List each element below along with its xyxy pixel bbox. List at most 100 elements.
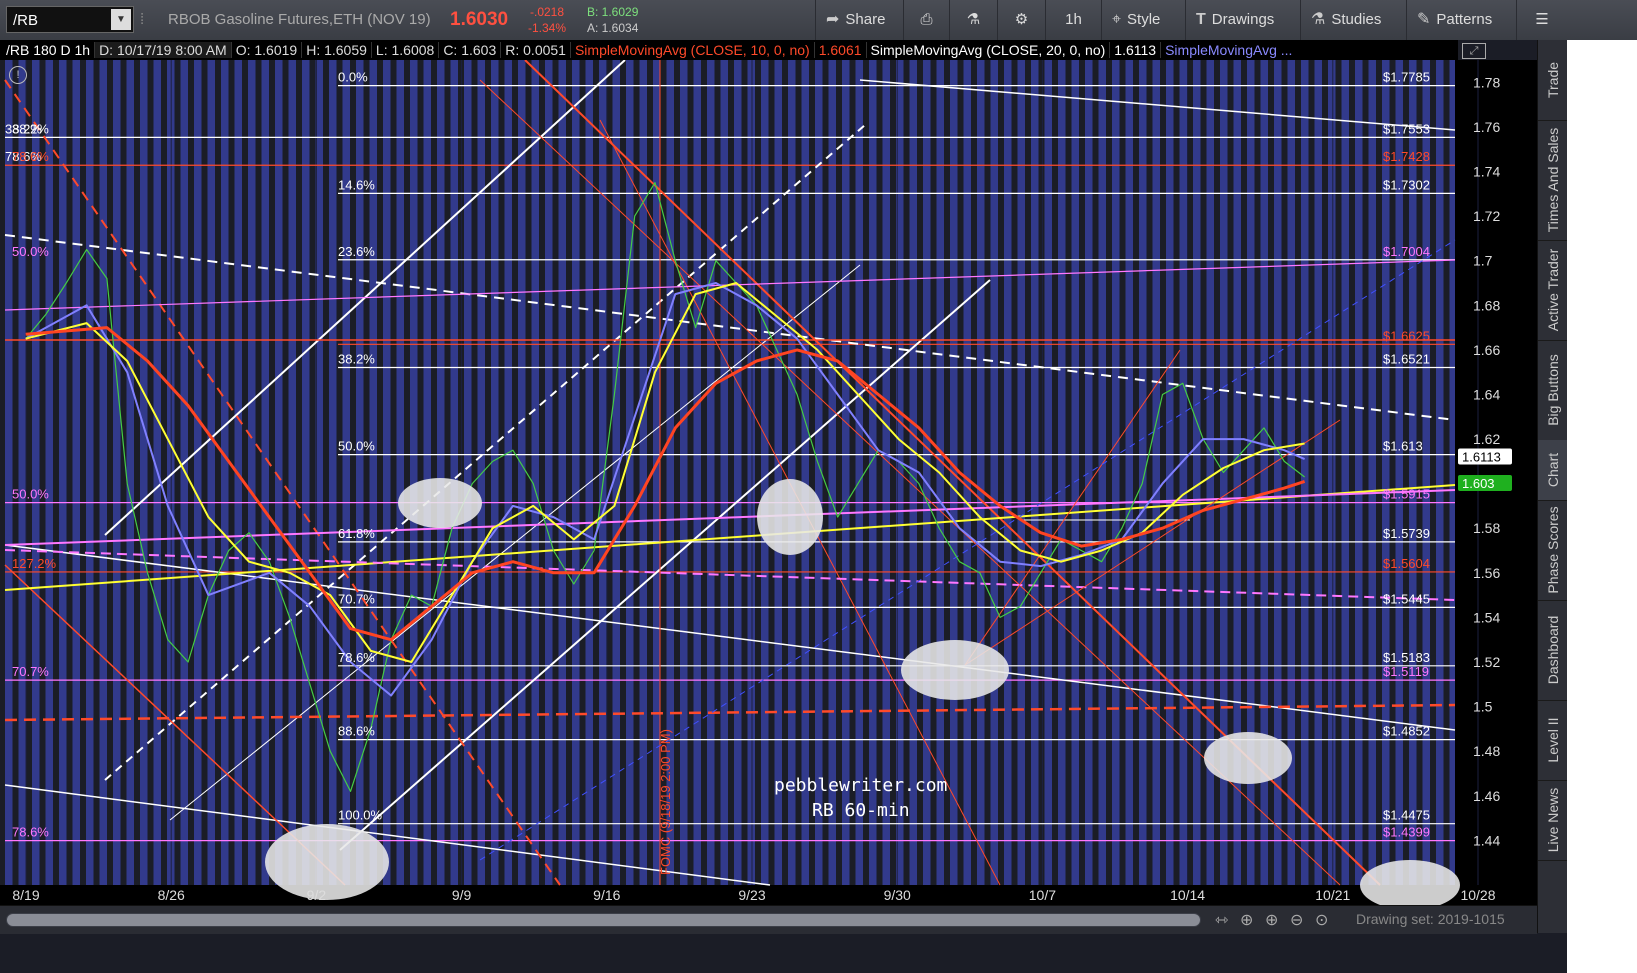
studies-label: Studies <box>1331 11 1382 28</box>
session-stripe <box>1112 60 1120 885</box>
fib-pct-label: 23.6% <box>338 244 375 259</box>
sma10-label[interactable]: SimpleMovingAvg (CLOSE, 10, 0, no) <box>569 42 814 58</box>
session-stripe <box>531 60 539 885</box>
symbol-selector[interactable]: ▼ <box>6 6 134 33</box>
fib-pct-label: 88.6% <box>338 724 375 739</box>
fib-price-label: $1.5604 <box>1383 556 1430 571</box>
session-stripe <box>194 60 202 885</box>
screenshot-button[interactable]: ⎙ <box>903 0 949 40</box>
tab-live-news[interactable]: Live News <box>1538 780 1568 861</box>
highlight-ellipse <box>265 824 389 900</box>
info-icon[interactable]: ! <box>9 66 27 84</box>
chart-area[interactable]: 0.0% $1.7785 38.2% $1.7553 78.6% $1.7428 14.6%… <box>0 40 1537 973</box>
studies-button[interactable]: ⚗ Studies <box>1300 0 1406 40</box>
x-tick-label: 10/21 <box>1315 887 1350 903</box>
drawing-set-label[interactable]: Drawing set: 2019-1015 <box>1356 911 1505 927</box>
y-tick-label: 1.56 <box>1473 565 1500 581</box>
session-stripe <box>1341 60 1349 885</box>
tab-phase-scores[interactable]: Phase Scores <box>1538 500 1568 601</box>
time-axis-panel <box>0 885 1455 905</box>
header-low: L: 1.6008 <box>370 42 439 58</box>
scroll-thumb[interactable] <box>7 914 1200 926</box>
zoom-reset-icon[interactable]: ⊙ <box>1315 910 1328 930</box>
text-tool-icon: T <box>1196 11 1206 28</box>
highlight-ellipse <box>1204 732 1292 784</box>
price-chart[interactable]: 0.0% $1.7785 38.2% $1.7553 78.6% $1.7428 14.6%… <box>0 40 1537 905</box>
session-stripe <box>302 60 310 885</box>
session-stripe <box>1125 60 1133 885</box>
session-stripe <box>720 60 728 885</box>
outer-margin <box>1567 40 1637 973</box>
chart-title: /RB 180 D 1h <box>6 42 91 58</box>
session-stripe <box>18 60 26 885</box>
left-level-label: 78.6% <box>12 825 49 840</box>
session-stripe <box>396 60 404 885</box>
tab-label: Times And Sales <box>1545 127 1561 233</box>
tab-level-ii[interactable]: Level II <box>1538 700 1568 781</box>
fib-pct-label: 61.8% <box>338 526 375 541</box>
settings-button[interactable]: ⚙ <box>997 0 1045 40</box>
sma20-label[interactable]: SimpleMovingAvg (CLOSE, 20, 0, no) <box>865 42 1110 58</box>
menu-button[interactable]: ☰ <box>1516 0 1567 40</box>
link-icon[interactable]: ⁞ <box>140 11 144 28</box>
session-stripe <box>1017 60 1025 885</box>
fib-price-label: $1.613 <box>1383 439 1423 454</box>
flask-button[interactable]: ⚗ <box>949 0 997 40</box>
session-stripe <box>1193 60 1201 885</box>
tab-label: Dashboard <box>1545 615 1561 685</box>
session-stripe <box>788 60 796 885</box>
sma10-value: 1.6061 <box>813 42 866 58</box>
pan-icon[interactable]: ⇿ <box>1215 910 1228 930</box>
horizontal-scrollbar[interactable] <box>6 913 1201 927</box>
session-stripe <box>882 60 890 885</box>
crosshair-icon[interactable]: ⊕ <box>1240 910 1253 930</box>
session-stripe <box>923 60 931 885</box>
y-tick-label: 1.74 <box>1473 163 1500 179</box>
fib-pct-label: 50.0% <box>338 439 375 454</box>
session-stripe <box>734 60 742 885</box>
fib-pct-label: 0.0% <box>338 70 368 85</box>
fib-price-label: $1.4399 <box>1383 825 1430 840</box>
session-stripe <box>477 60 485 885</box>
session-stripe <box>963 60 971 885</box>
tab-times-and-sales[interactable]: Times And Sales <box>1538 120 1568 241</box>
session-stripe <box>774 60 782 885</box>
fib-price-label: $1.6625 <box>1383 328 1430 343</box>
zoom-out-icon[interactable]: ⊖ <box>1290 910 1303 930</box>
session-stripe <box>1355 60 1363 885</box>
session-stripe <box>1085 60 1093 885</box>
tab-trade[interactable]: Trade <box>1538 40 1568 121</box>
sma-more-label[interactable]: SimpleMovingAvg ... <box>1160 42 1297 58</box>
fib-price-label: $1.4475 <box>1383 808 1430 823</box>
fib-price-label: $1.5183 <box>1383 650 1430 665</box>
tab-active-trader[interactable]: Active Trader <box>1538 240 1568 341</box>
session-stripe <box>1436 60 1444 885</box>
session-stripe <box>761 60 769 885</box>
tab-dashboard[interactable]: Dashboard <box>1538 600 1568 701</box>
session-stripe <box>261 60 269 885</box>
fib-price-label: $1.5119 <box>1383 664 1429 679</box>
style-button[interactable]: ⌖ Style <box>1101 0 1185 40</box>
top-toolbar: ▼ ⁞ RBOB Gasoline Futures,ETH (NOV 19) 1… <box>0 0 1637 41</box>
symbol-input[interactable] <box>11 10 113 31</box>
header-range: R: 0.0051 <box>500 42 570 58</box>
expand-icon[interactable]: ⤢ <box>1462 43 1486 59</box>
session-stripe <box>585 60 593 885</box>
fib-pct-label: 38.2% <box>338 351 375 366</box>
y-tick-label: 1.5 <box>1473 699 1493 715</box>
drawings-label: Drawings <box>1211 11 1275 28</box>
zoom-in-icon[interactable]: ⊕ <box>1265 910 1278 930</box>
tab-big-buttons[interactable]: Big Buttons <box>1538 340 1568 441</box>
share-button[interactable]: ➦ Share <box>815 0 903 40</box>
y-tick-label: 1.66 <box>1473 342 1500 358</box>
patterns-button[interactable]: ✎ Patterns <box>1406 0 1516 40</box>
session-stripe <box>626 60 634 885</box>
fib-price-label: $1.7428 <box>1383 149 1430 164</box>
chevron-down-icon[interactable]: ▼ <box>111 9 131 30</box>
drawings-button[interactable]: T Drawings <box>1185 0 1300 40</box>
tab-chart[interactable]: Chart <box>1538 440 1568 501</box>
session-stripe <box>842 60 850 885</box>
fib-price-label: $1.5915 <box>1383 487 1430 502</box>
session-stripe <box>680 60 688 885</box>
timeframe-button[interactable]: 1h <box>1045 0 1101 40</box>
